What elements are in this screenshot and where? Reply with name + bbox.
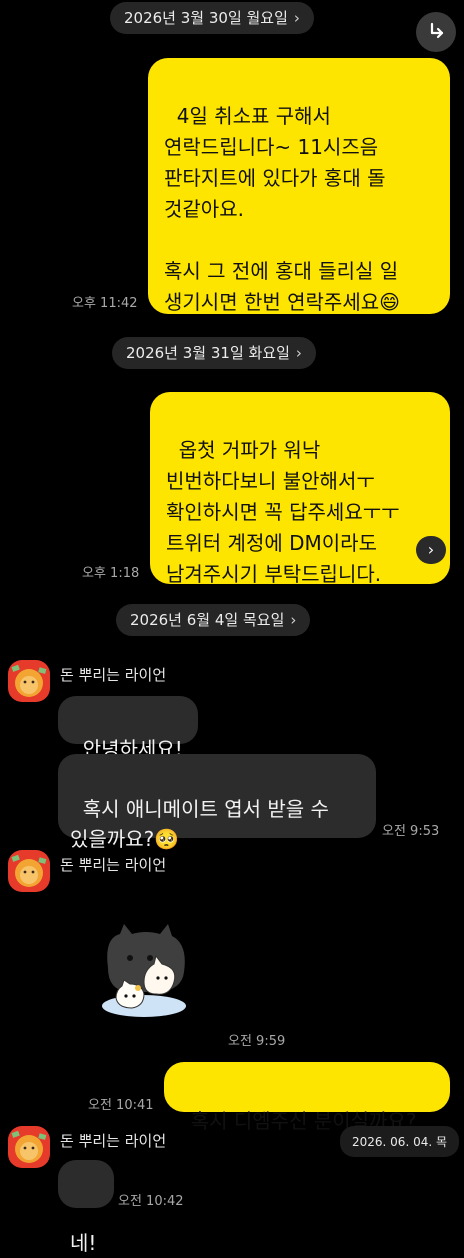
my-message-bubble[interactable]: 옵첫 거파가 워낙 빈번하다보니 불안해서ㅜ 확인하시면 꼭 답주세요ㅜㅜ 트위… — [150, 392, 450, 586]
date-divider[interactable]: 2026년 6월 4일 목요일 › — [116, 604, 311, 636]
date-divider-label: 2026년 3월 30일 월요일 — [124, 9, 288, 27]
my-message-bubble[interactable]: 4일 취소표 구해서 연락드립니다~ 11시즈음 판타지트에 있다가 홍대 돌 … — [148, 58, 450, 314]
message-time: 오후 11:42 — [72, 296, 138, 311]
share-button[interactable] — [416, 12, 456, 52]
message-time: 오전 10:41 — [88, 1098, 154, 1113]
message-text: 혹시 애니메이트 엽서 받을 수 있을까요?🥺 — [70, 797, 329, 851]
date-divider[interactable]: 2026년 3월 31일 화요일 › — [112, 337, 316, 369]
their-message-bubble[interactable]: 네! — [58, 1160, 114, 1255]
sender-name: 돈 뿌리는 라이언 — [60, 666, 167, 684]
sender-name: 돈 뿌리는 라이언 — [60, 1132, 167, 1150]
message-text: 옵첫 거파가 워낙 빈번하다보니 불안해서ㅜ 확인하시면 꼭 답주세요ㅜㅜ 트위… — [166, 438, 400, 586]
cat-sticker-icon — [102, 924, 186, 1017]
message-text: 4일 취소표 구해서 연락드립니다~ 11시즈음 판타지트에 있다가 홍대 돌 … — [164, 104, 400, 314]
chevron-right-icon: › — [290, 611, 297, 629]
message-time: 오후 1:18 — [82, 566, 140, 581]
lion-avatar-icon — [11, 854, 47, 887]
avatar[interactable] — [8, 660, 50, 702]
avatar[interactable] — [8, 1126, 50, 1168]
message-time: 오전 9:53 — [382, 824, 440, 839]
chevron-right-icon: › — [427, 540, 435, 559]
sticker[interactable] — [98, 920, 194, 1024]
chevron-right-icon: › — [293, 9, 300, 27]
avatar[interactable] — [8, 850, 50, 892]
message-text: 네! — [70, 1231, 97, 1255]
lion-avatar-icon — [11, 1130, 47, 1163]
lion-avatar-icon — [11, 664, 47, 697]
more-button[interactable]: › — [416, 536, 446, 564]
sender-name: 돈 뿌리는 라이언 — [60, 856, 167, 874]
chevron-right-icon: › — [295, 344, 302, 362]
date-divider-label: 2026년 6월 4일 목요일 — [130, 611, 285, 629]
date-divider[interactable]: 2026년 3월 30일 월요일 › — [110, 2, 314, 34]
floating-date-badge: 2026. 06. 04. 목 — [340, 1126, 460, 1157]
their-message-bubble[interactable]: 혹시 애니메이트 엽서 받을 수 있을까요?🥺 — [58, 754, 376, 851]
date-divider-label: 2026년 3월 31일 화요일 — [126, 344, 290, 362]
share-arrow-icon — [430, 22, 444, 39]
message-time: 오전 9:59 — [228, 1034, 286, 1049]
my-message-bubble[interactable]: 혹시 디엠주신 분이실까요? — [164, 1062, 450, 1133]
their-message-bubble[interactable]: 안녕하세요! — [58, 696, 198, 761]
